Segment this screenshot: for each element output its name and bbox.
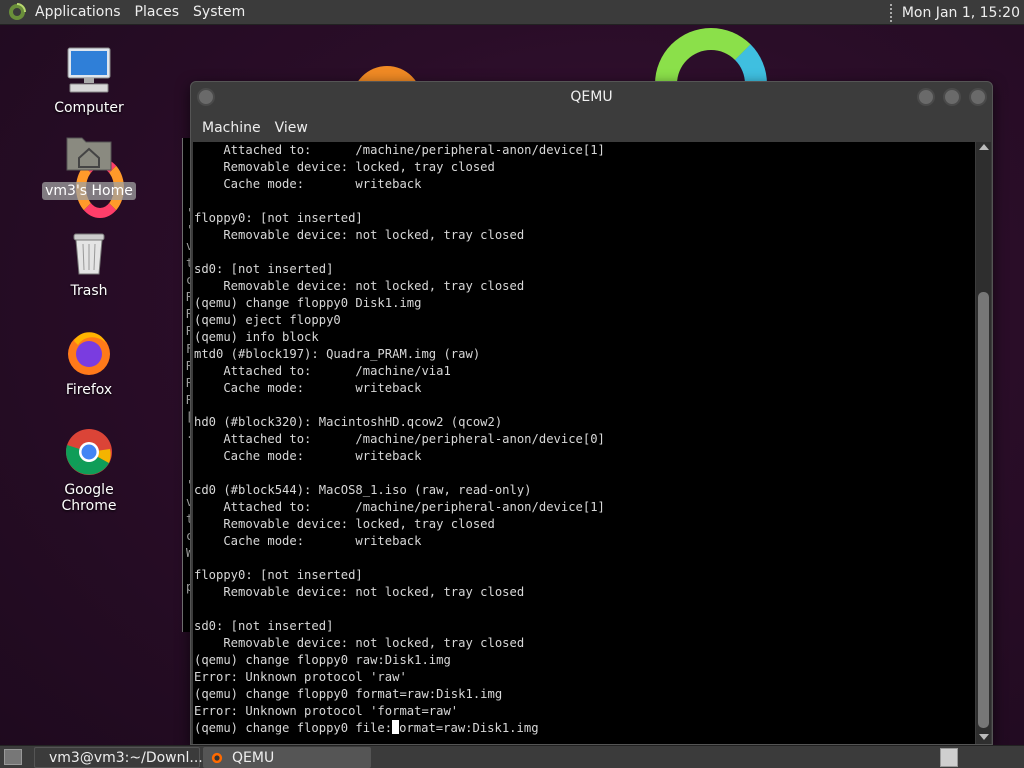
console-line: floppy0: [not inserted] xyxy=(194,211,363,225)
console-line: Removable device: locked, tray closed xyxy=(194,517,495,531)
desktop-icon-firefox[interactable]: Firefox xyxy=(34,327,144,399)
console-line: Removable device: not locked, tray close… xyxy=(194,636,525,650)
console-line: Cache mode: writeback xyxy=(194,534,422,548)
bottom-taskbar: vm3@vm3:~/Downl... QEMU xyxy=(0,745,1024,768)
desktop-icon-label: Computer xyxy=(54,100,124,116)
desktop-icon-label: vm3's Home xyxy=(42,182,136,200)
window-menu-button[interactable] xyxy=(197,88,215,106)
close-button[interactable] xyxy=(969,88,987,106)
console-line: sd0: [not inserted] xyxy=(194,619,334,633)
scroll-up-icon[interactable] xyxy=(979,144,989,150)
taskbar-item-label: QEMU xyxy=(232,749,275,766)
console-line: cd0 (#block544): MacOS8_1.iso (raw, read… xyxy=(194,483,532,497)
desktop-icon-label: Google Chrome xyxy=(61,482,117,514)
top-panel: Applications Places System Mon Jan 1, 15… xyxy=(0,0,1024,25)
prompt-text-after-cursor: ormat=raw:Disk1.img xyxy=(399,721,539,735)
console-line: Attached to: /machine/peripheral-anon/de… xyxy=(194,500,605,514)
show-desktop-icon[interactable] xyxy=(4,749,22,765)
desktop-icon-trash[interactable]: Trash xyxy=(34,228,144,300)
applications-logo-icon[interactable] xyxy=(8,3,26,21)
console-output: Attached to: /machine/peripheral-anon/de… xyxy=(193,142,975,737)
taskbar-item-qemu[interactable]: QEMU xyxy=(203,747,371,768)
computer-icon xyxy=(67,47,111,93)
qemu-window[interactable]: QEMU Machine View Attached to: /machine/… xyxy=(190,81,993,745)
machine-menu[interactable]: Machine xyxy=(195,120,268,136)
desktop-icon-home[interactable]: vm3's Home xyxy=(34,128,144,200)
view-menu[interactable]: View xyxy=(268,120,315,136)
clock[interactable]: Mon Jan 1, 15:20 xyxy=(902,5,1024,21)
console-line: Attached to: /machine/peripheral-anon/de… xyxy=(194,143,605,157)
system-menu[interactable]: System xyxy=(186,0,252,25)
console-line: mtd0 (#block197): Quadra_PRAM.img (raw) xyxy=(194,347,481,361)
workspace-switcher[interactable] xyxy=(940,748,958,767)
taskbar-item-terminal[interactable]: vm3@vm3:~/Downl... xyxy=(34,747,203,768)
desktop-icon-label: Trash xyxy=(70,283,108,299)
panel-menu: Applications Places System xyxy=(28,0,252,24)
qemu-menubar: Machine View xyxy=(191,115,992,141)
desktop-icon-chrome[interactable]: Google Chrome xyxy=(34,427,144,515)
console-line: Attached to: /machine/peripheral-anon/de… xyxy=(194,432,605,446)
desktop-icon-computer[interactable]: Computer xyxy=(34,45,144,117)
console-scrollbar[interactable] xyxy=(976,142,991,744)
prompt-text: (qemu) change floppy0 file: xyxy=(194,721,393,735)
window-title: QEMU xyxy=(570,89,613,105)
console-line: Removable device: not locked, tray close… xyxy=(194,585,525,599)
scroll-down-icon[interactable] xyxy=(979,734,989,740)
console-line: Attached to: /machine/via1 xyxy=(194,364,451,378)
qemu-icon xyxy=(211,752,223,763)
console-line: Removable device: not locked, tray close… xyxy=(194,228,525,242)
console-prompt-line[interactable]: (qemu) change floppy0 file: ormat=raw:Dis… xyxy=(193,720,975,737)
taskbar-item-label: vm3@vm3:~/Downl... xyxy=(49,749,203,766)
console-line: Removable device: locked, tray closed xyxy=(194,160,495,174)
chrome-icon xyxy=(66,429,112,475)
firefox-icon xyxy=(68,332,110,375)
console-line: Error: Unknown protocol 'format=raw' xyxy=(194,704,459,718)
console-line: sd0: [not inserted] xyxy=(194,262,334,276)
console-line: (qemu) eject floppy0 xyxy=(194,313,341,327)
console-line: Cache mode: writeback xyxy=(194,449,422,463)
console-line: (qemu) change floppy0 Disk1.img xyxy=(194,296,422,310)
minimize-button[interactable] xyxy=(917,88,935,106)
maximize-button[interactable] xyxy=(943,88,961,106)
console-line: (qemu) info block xyxy=(194,330,319,344)
console-line: (qemu) change floppy0 raw:Disk1.img xyxy=(194,653,451,667)
console-line: Cache mode: writeback xyxy=(194,381,422,395)
scrollbar-thumb[interactable] xyxy=(978,292,989,728)
console-line: Error: Unknown protocol 'raw' xyxy=(194,670,407,684)
panel-separator xyxy=(889,3,896,22)
places-menu[interactable]: Places xyxy=(128,0,187,25)
home-folder-icon xyxy=(66,137,112,171)
console-line: hd0 (#block320): MacintoshHD.qcow2 (qcow… xyxy=(194,415,503,429)
desktop-icon-label: Firefox xyxy=(65,382,113,398)
console-line: (qemu) change floppy0 format=raw:Disk1.i… xyxy=(194,687,503,701)
applications-menu[interactable]: Applications xyxy=(28,0,128,25)
console-line: Removable device: not locked, tray close… xyxy=(194,279,525,293)
console-line: Cache mode: writeback xyxy=(194,177,422,191)
clock-area: Mon Jan 1, 15:20 xyxy=(889,0,1024,25)
trash-icon xyxy=(73,233,105,275)
window-titlebar[interactable]: QEMU xyxy=(191,82,992,115)
console-line: floppy0: [not inserted] xyxy=(194,568,363,582)
qemu-monitor-console[interactable]: Attached to: /machine/peripheral-anon/de… xyxy=(193,142,975,744)
